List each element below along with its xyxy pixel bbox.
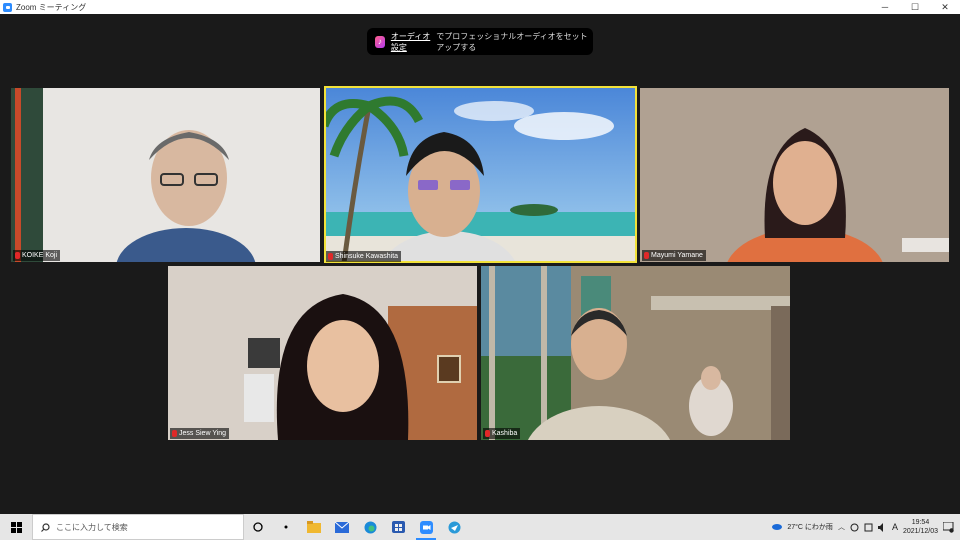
video-tile-active-speaker[interactable]: Shinsuke Kawashita xyxy=(324,86,637,263)
participant-name: KOIKE Koji xyxy=(22,252,58,259)
participant-name: Jess Siew Ying xyxy=(179,430,227,437)
volume-icon[interactable] xyxy=(877,522,887,532)
participant-nameplate: Kashiba xyxy=(483,428,521,439)
audio-setup-banner: ♪ オーディオ設定 でプロフェッショナルオーディオをセットアップする xyxy=(367,28,593,55)
title-bar: Zoom ミーティング ─ ☐ ✕ xyxy=(0,0,960,14)
minimize-button[interactable]: ─ xyxy=(870,0,900,14)
zoom-icon xyxy=(419,520,433,534)
clock-time: 19:54 xyxy=(911,519,930,526)
taskbar-app[interactable] xyxy=(440,514,468,540)
participant-name: Shinsuke Kawashita xyxy=(335,253,399,260)
video-feed xyxy=(168,266,477,440)
edge-browser-icon xyxy=(364,521,376,533)
taskbar-zoom[interactable] xyxy=(412,514,440,540)
weather-cloud-icon xyxy=(772,524,783,530)
search-placeholder: ここに入力して検索 xyxy=(56,522,128,532)
taskbar-mail[interactable] xyxy=(328,514,356,540)
task-view-icon xyxy=(284,525,288,529)
video-feed xyxy=(481,266,790,440)
cortana-icon xyxy=(253,522,263,532)
participant-nameplate: Mayumi Yamane xyxy=(642,250,706,261)
video-feed xyxy=(11,88,320,262)
participant-nameplate: Shinsuke Kawashita xyxy=(326,251,402,262)
video-tile[interactable]: Kashiba xyxy=(481,266,790,440)
windows-taskbar: ここに入力して検索 27°C にわか雨 ︿ A 19:54 2021/12/03 xyxy=(0,514,960,540)
search-icon xyxy=(41,522,50,532)
network-icon[interactable] xyxy=(850,523,859,532)
ime-indicator[interactable]: A xyxy=(892,522,898,532)
store-icon xyxy=(391,521,405,533)
taskbar-store[interactable] xyxy=(384,514,412,540)
music-note-icon: ♪ xyxy=(375,35,385,48)
mic-muted-icon xyxy=(172,430,177,437)
start-button[interactable] xyxy=(0,514,32,540)
folder-icon xyxy=(307,521,321,533)
taskbar-edge[interactable] xyxy=(356,514,384,540)
mic-muted-icon xyxy=(328,253,333,260)
mic-muted-icon xyxy=(644,252,649,259)
taskbar-search-box[interactable]: ここに入力して検索 xyxy=(32,514,244,540)
participant-nameplate: Jess Siew Ying xyxy=(170,428,230,439)
notification-icon[interactable] xyxy=(943,521,954,533)
video-feed xyxy=(640,88,949,262)
video-tile[interactable]: KOIKE Koji xyxy=(11,88,320,262)
video-tile[interactable]: Jess Siew Ying xyxy=(168,266,477,440)
zoom-window: Zoom ミーティング ─ ☐ ✕ ♪ オーディオ設定 でプロフェッショナルオー… xyxy=(0,0,960,514)
clock[interactable]: 19:54 2021/12/03 xyxy=(903,518,938,536)
participant-nameplate: KOIKE Koji xyxy=(13,250,61,261)
close-button[interactable]: ✕ xyxy=(930,0,960,14)
mic-muted-icon xyxy=(15,252,20,259)
zoom-app-icon xyxy=(3,2,12,12)
mail-icon xyxy=(335,521,349,533)
system-tray: 27°C にわか雨 ︿ A 19:54 2021/12/03 xyxy=(772,514,960,540)
paper-plane-icon xyxy=(448,521,460,533)
taskbar-file-explorer[interactable] xyxy=(300,514,328,540)
chevron-up-icon[interactable]: ︿ xyxy=(838,522,845,532)
video-feed xyxy=(324,86,637,263)
window-controls: ─ ☐ ✕ xyxy=(870,0,960,14)
video-tile[interactable]: Mayumi Yamane xyxy=(640,88,949,262)
mic-muted-icon xyxy=(485,430,490,437)
weather-text[interactable]: 27°C にわか雨 xyxy=(787,522,833,532)
window-title: Zoom ミーティング xyxy=(16,2,87,12)
touchpad-icon[interactable] xyxy=(864,523,873,532)
windows-logo-icon xyxy=(10,521,22,533)
banner-text: でプロフェッショナルオーディオをセットアップする xyxy=(436,31,588,52)
clock-date: 2021/12/03 xyxy=(902,528,938,535)
cortana-button[interactable] xyxy=(244,514,272,540)
audio-settings-link[interactable]: オーディオ設定 xyxy=(391,31,436,53)
task-view-button[interactable] xyxy=(272,514,300,540)
participant-name: Kashiba xyxy=(492,430,518,437)
participant-name: Mayumi Yamane xyxy=(651,252,703,259)
maximize-button[interactable]: ☐ xyxy=(900,0,930,14)
